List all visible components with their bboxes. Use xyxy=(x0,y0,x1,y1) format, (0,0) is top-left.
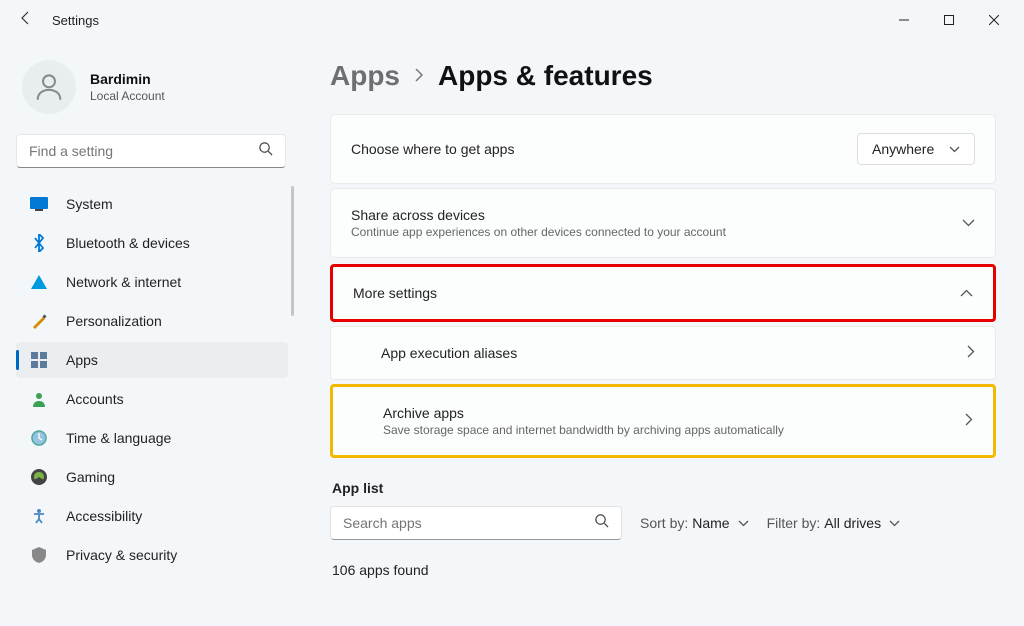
sidebar-item-system[interactable]: System xyxy=(16,186,288,222)
nav-label: Network & internet xyxy=(66,274,181,290)
window-title: Settings xyxy=(52,13,99,28)
nav-label: System xyxy=(66,196,113,212)
archive-apps-card[interactable]: Archive apps Save storage space and inte… xyxy=(330,384,996,458)
nav-list: System Bluetooth & devices Network & int… xyxy=(16,186,292,573)
maximize-button[interactable] xyxy=(926,5,971,35)
nav-label: Bluetooth & devices xyxy=(66,235,190,251)
user-name: Bardimin xyxy=(90,71,165,87)
search-icon xyxy=(594,513,609,533)
search-input[interactable] xyxy=(29,143,258,159)
card-subtitle: Continue app experiences on other device… xyxy=(351,225,726,239)
card-title: More settings xyxy=(353,285,437,301)
chevron-down-icon xyxy=(889,516,900,530)
scroll-indicator[interactable] xyxy=(291,186,294,316)
sidebar-item-bluetooth[interactable]: Bluetooth & devices xyxy=(16,225,288,261)
filter-label: Filter by: xyxy=(767,515,821,531)
chevron-right-icon xyxy=(967,345,975,361)
nav-label: Privacy & security xyxy=(66,547,177,563)
sort-label: Sort by: xyxy=(640,515,688,531)
card-title: App execution aliases xyxy=(381,345,517,361)
chevron-right-icon xyxy=(965,413,973,429)
content-area: Apps Apps & features Choose where to get… xyxy=(300,40,1024,626)
user-profile[interactable]: Bardimin Local Account xyxy=(16,50,292,134)
filter-dropdown[interactable]: Filter by: All drives xyxy=(767,515,900,531)
privacy-icon xyxy=(30,546,48,564)
personalization-icon xyxy=(30,312,48,330)
chevron-up-icon xyxy=(960,286,973,300)
chevron-down-icon xyxy=(962,216,975,230)
sort-value: Name xyxy=(692,515,729,531)
app-execution-card[interactable]: App execution aliases xyxy=(330,326,996,380)
nav-label: Personalization xyxy=(66,313,162,329)
accessibility-icon xyxy=(30,507,48,525)
search-box[interactable] xyxy=(16,134,286,168)
nav-label: Accounts xyxy=(66,391,124,407)
nav-label: Accessibility xyxy=(66,508,142,524)
choose-apps-card[interactable]: Choose where to get apps Anywhere xyxy=(330,114,996,184)
card-title: Archive apps xyxy=(383,405,784,421)
chevron-down-icon xyxy=(738,516,749,530)
sidebar-item-network[interactable]: Network & internet xyxy=(16,264,288,300)
back-button[interactable] xyxy=(18,10,34,31)
sidebar-item-privacy[interactable]: Privacy & security xyxy=(16,537,288,573)
sidebar-item-accessibility[interactable]: Accessibility xyxy=(16,498,288,534)
dropdown-value: Anywhere xyxy=(872,141,934,157)
sidebar-item-time[interactable]: Time & language xyxy=(16,420,288,456)
apps-source-dropdown[interactable]: Anywhere xyxy=(857,133,975,165)
nav-label: Gaming xyxy=(66,469,115,485)
filters-row: Sort by: Name Filter by: All drives xyxy=(330,506,996,540)
card-subtitle: Save storage space and internet bandwidt… xyxy=(383,423,784,437)
sort-dropdown[interactable]: Sort by: Name xyxy=(640,515,749,531)
app-search-input[interactable] xyxy=(343,515,594,531)
accounts-icon xyxy=(30,390,48,408)
breadcrumb: Apps Apps & features xyxy=(330,60,996,92)
time-icon xyxy=(30,429,48,447)
close-button[interactable] xyxy=(971,5,1016,35)
apps-count: 106 apps found xyxy=(332,562,996,578)
card-title: Share across devices xyxy=(351,207,726,223)
avatar xyxy=(22,60,76,114)
sidebar-item-apps[interactable]: Apps xyxy=(16,342,288,378)
sidebar-item-gaming[interactable]: Gaming xyxy=(16,459,288,495)
apps-icon xyxy=(30,351,48,369)
app-list-title: App list xyxy=(332,480,996,496)
system-icon xyxy=(30,195,48,213)
nav-label: Apps xyxy=(66,352,98,368)
sidebar: Bardimin Local Account System Bluetooth … xyxy=(0,40,300,626)
chevron-down-icon xyxy=(949,142,960,156)
card-title: Choose where to get apps xyxy=(351,141,514,157)
title-bar: Settings xyxy=(0,0,1024,40)
user-account-type: Local Account xyxy=(90,89,165,103)
more-settings-card[interactable]: More settings xyxy=(330,264,996,322)
minimize-button[interactable] xyxy=(881,5,926,35)
nav-label: Time & language xyxy=(66,430,171,446)
sidebar-item-accounts[interactable]: Accounts xyxy=(16,381,288,417)
chevron-right-icon xyxy=(414,66,424,87)
filter-value: All drives xyxy=(824,515,881,531)
breadcrumb-current: Apps & features xyxy=(438,60,653,92)
breadcrumb-parent[interactable]: Apps xyxy=(330,60,400,92)
bluetooth-icon xyxy=(30,234,48,252)
sidebar-item-personalization[interactable]: Personalization xyxy=(16,303,288,339)
network-icon xyxy=(30,273,48,291)
gaming-icon xyxy=(30,468,48,486)
app-search-box[interactable] xyxy=(330,506,622,540)
search-icon xyxy=(258,141,273,161)
share-devices-card[interactable]: Share across devices Continue app experi… xyxy=(330,188,996,258)
